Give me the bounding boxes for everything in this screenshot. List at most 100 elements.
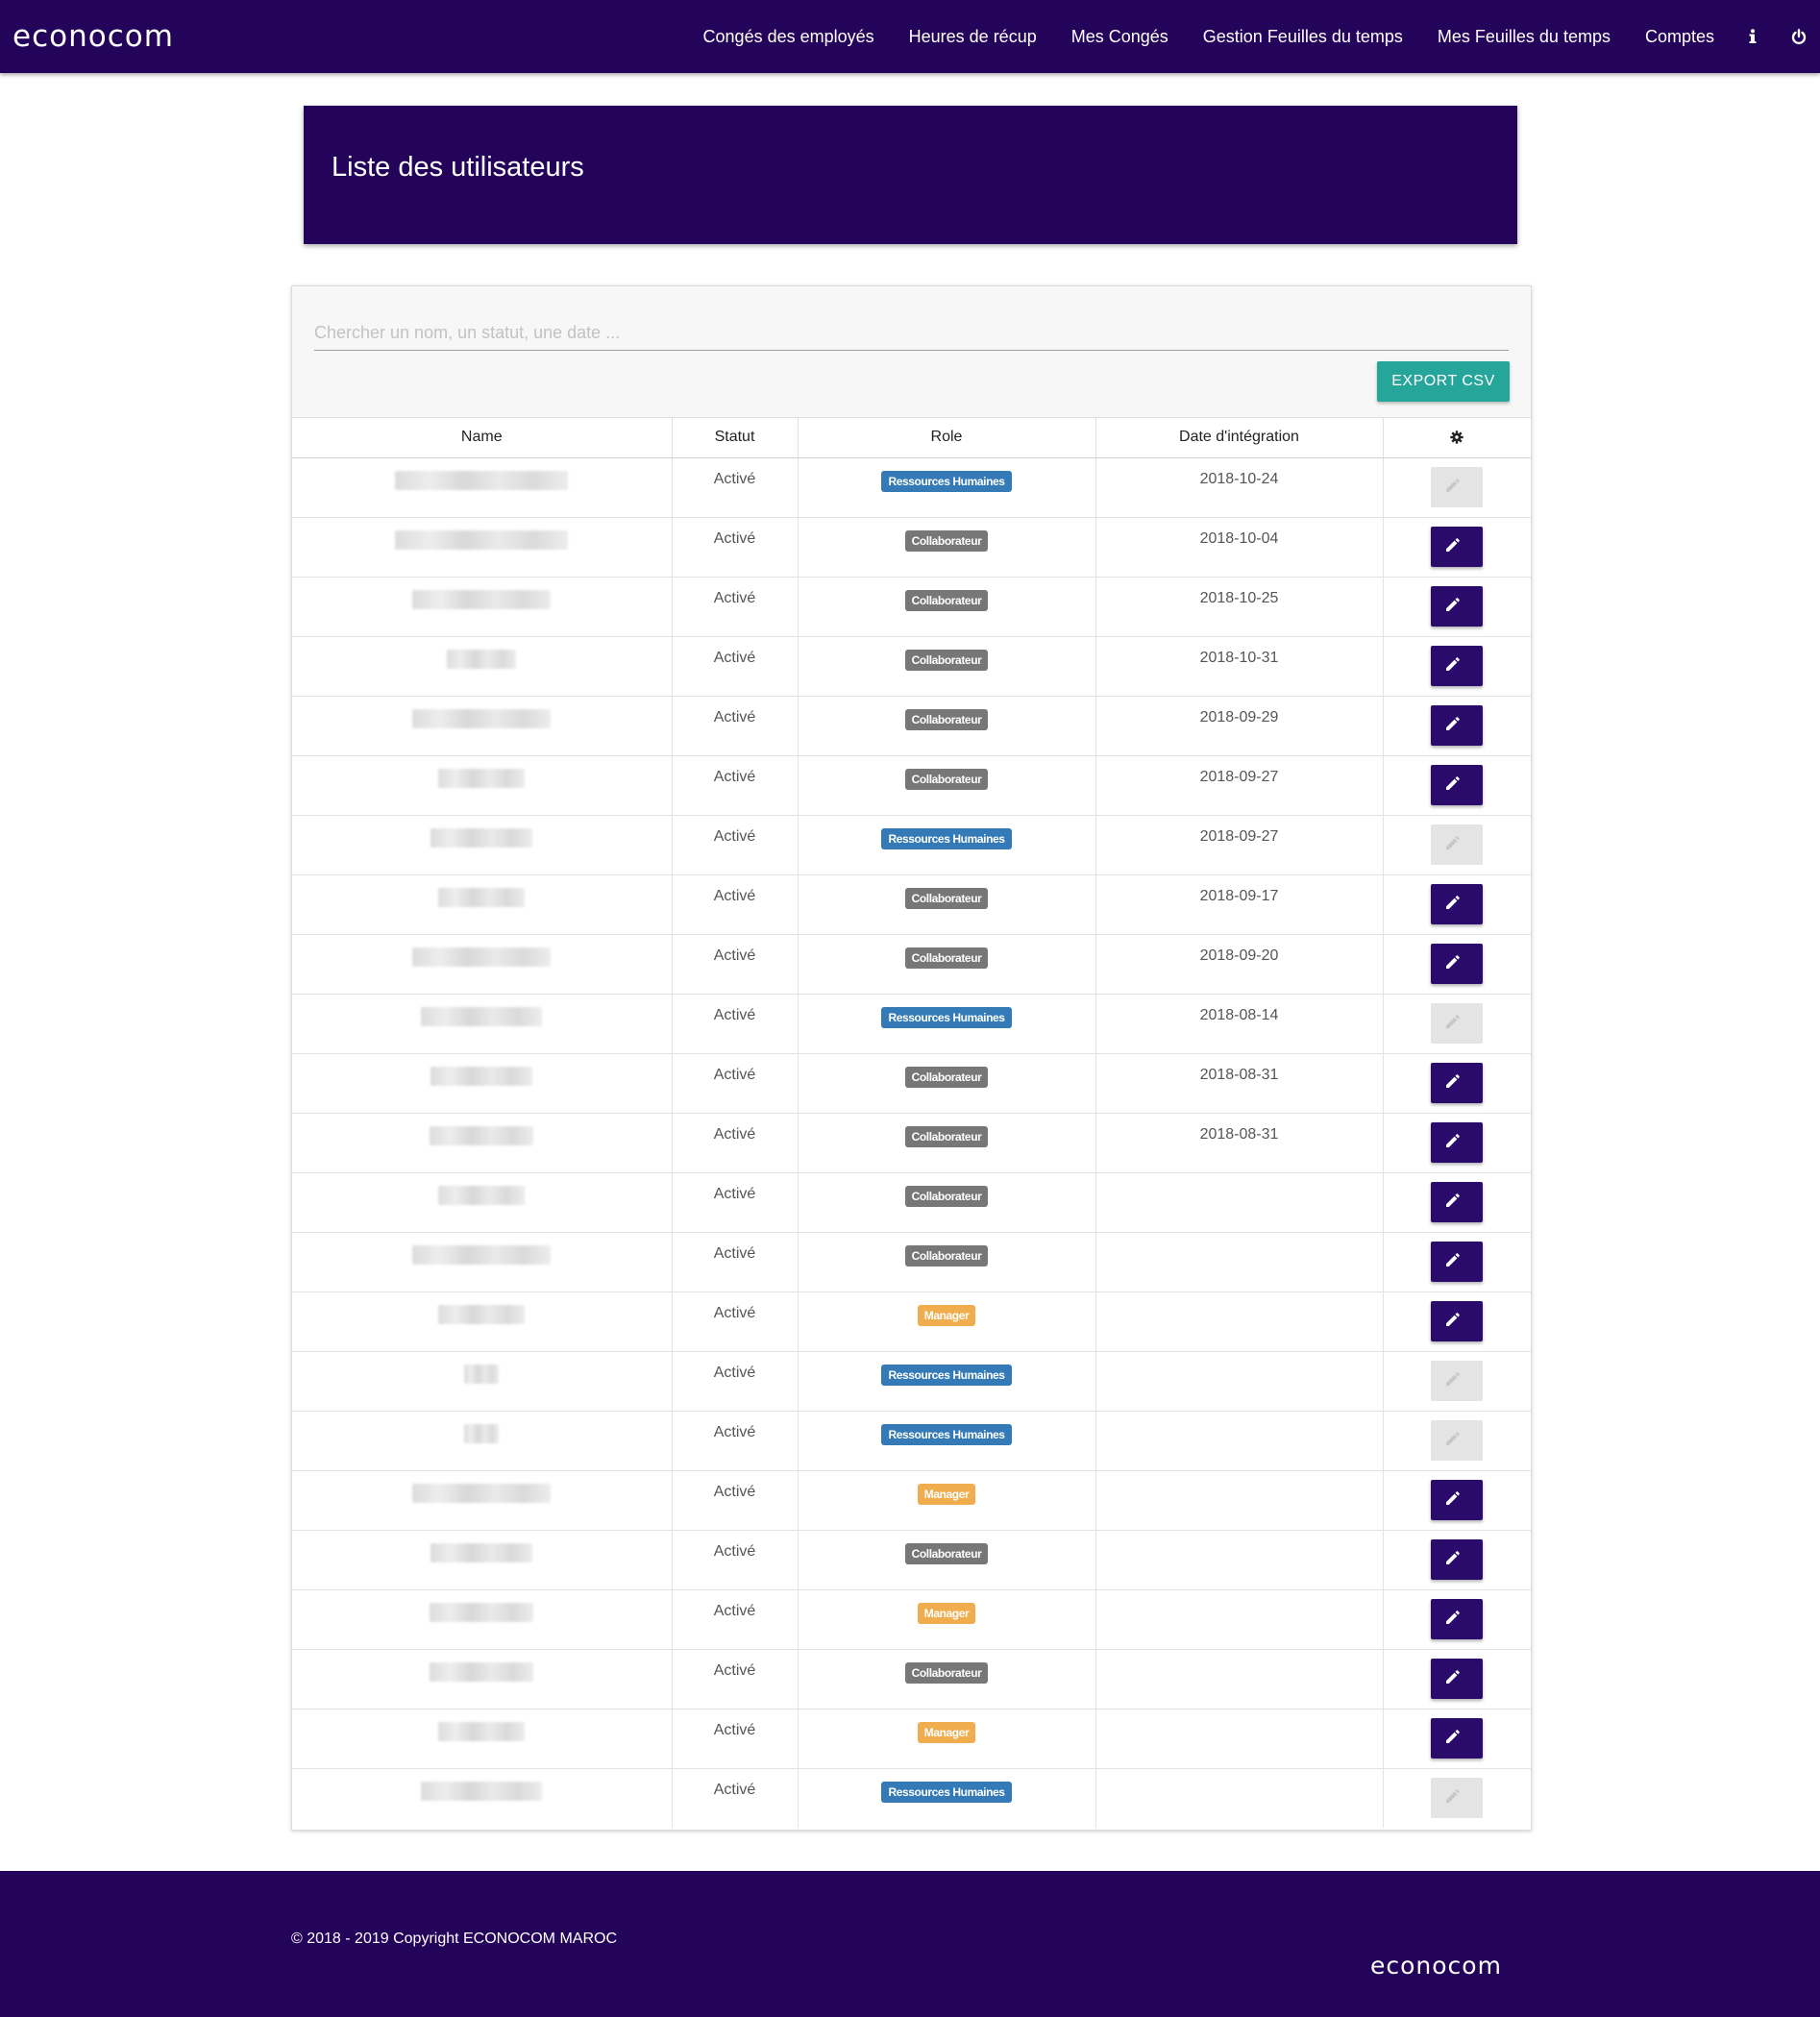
edit-user-button[interactable]: [1431, 527, 1484, 567]
edit-user-button[interactable]: [1431, 646, 1484, 686]
cell-role: Ressources Humaines: [798, 1351, 1096, 1412]
cell-name: [292, 1530, 673, 1590]
date-text: 2018-10-04: [1199, 530, 1279, 547]
edit-user-button[interactable]: [1431, 884, 1484, 924]
status-text: Activé: [713, 1603, 756, 1619]
cell-name: [292, 1232, 673, 1292]
date-text: 2018-10-24: [1199, 471, 1279, 487]
export-csv-button[interactable]: EXPORT CSV: [1377, 361, 1510, 402]
edit-user-button-disabled: [1431, 467, 1484, 507]
cell-actions: [1383, 1113, 1531, 1173]
edit-user-button-disabled: [1431, 1778, 1484, 1818]
redacted-name: [421, 1007, 543, 1026]
edit-user-button[interactable]: [1431, 1659, 1484, 1699]
edit-user-button[interactable]: [1431, 765, 1484, 805]
cell-role: Ressources Humaines: [798, 815, 1096, 875]
cell-statut: Activé: [672, 1411, 799, 1471]
cell-name: [292, 1351, 673, 1412]
cell-role: Collaborateur: [798, 1649, 1096, 1710]
cell-role: Collaborateur: [798, 577, 1096, 637]
edit-user-button[interactable]: [1431, 705, 1484, 746]
status-text: Activé: [713, 1067, 756, 1083]
power-icon[interactable]: [1791, 28, 1807, 45]
edit-user-button[interactable]: [1431, 1182, 1484, 1222]
date-text: 2018-10-31: [1199, 650, 1279, 666]
role-badge: Collaborateur: [904, 650, 989, 671]
status-text: Activé: [713, 530, 756, 547]
users-table-card: EXPORT CSV Name Statut Role Date d'intég…: [291, 285, 1532, 1831]
cell-name: [292, 1172, 673, 1233]
cell-date-integration: 2018-10-31: [1095, 636, 1384, 697]
cell-statut: Activé: [672, 517, 799, 578]
edit-user-button[interactable]: [1431, 1063, 1484, 1103]
nav-link-comptes[interactable]: Comptes: [1645, 27, 1714, 47]
cell-statut: Activé: [672, 1113, 799, 1173]
role-badge: Collaborateur: [904, 1186, 989, 1207]
brand-logo[interactable]: econocom: [12, 19, 174, 54]
nav-link-conges-employes[interactable]: Congés des employés: [703, 27, 874, 47]
edit-user-button[interactable]: [1431, 1122, 1484, 1163]
edit-user-button[interactable]: [1431, 944, 1484, 984]
cell-role: Collaborateur: [798, 517, 1096, 578]
cell-statut: Activé: [672, 1709, 799, 1769]
nav-link-gestion-feuilles-temps[interactable]: Gestion Feuilles du temps: [1203, 27, 1403, 47]
redacted-name: [412, 709, 552, 728]
redacted-name: [412, 590, 552, 609]
cell-name: [292, 1649, 673, 1710]
status-text: Activé: [713, 828, 756, 845]
cell-statut: Activé: [672, 457, 799, 518]
cell-actions: [1383, 874, 1531, 935]
page-header-card: Liste des utilisateurs: [304, 106, 1517, 244]
role-badge: Collaborateur: [904, 530, 989, 552]
edit-user-button[interactable]: [1431, 1480, 1484, 1520]
cell-role: Manager: [798, 1470, 1096, 1531]
date-text: [1096, 1531, 1383, 1543]
date-text: [1096, 1650, 1383, 1662]
cell-actions: [1383, 1589, 1531, 1650]
redacted-name: [430, 1126, 534, 1145]
edit-user-button[interactable]: [1431, 1539, 1484, 1580]
column-header-date-integration[interactable]: Date d'intégration: [1095, 417, 1384, 458]
table-row: Activé Manager: [292, 1470, 1531, 1531]
nav-link-mes-feuilles-temps[interactable]: Mes Feuilles du temps: [1438, 27, 1611, 47]
date-text: 2018-09-27: [1199, 769, 1279, 785]
role-badge: Ressources Humaines: [881, 1007, 1012, 1028]
redacted-name: [430, 1543, 533, 1562]
column-header-name[interactable]: Name: [292, 417, 673, 458]
table-row: Activé Manager: [292, 1291, 1531, 1352]
redacted-name: [395, 471, 569, 490]
cell-role: Collaborateur: [798, 636, 1096, 697]
redacted-name: [412, 1484, 552, 1503]
column-header-actions: [1383, 417, 1531, 458]
edit-user-button[interactable]: [1431, 1718, 1484, 1759]
role-badge: Manager: [917, 1722, 976, 1743]
info-icon[interactable]: [1749, 29, 1757, 44]
redacted-name: [412, 1245, 552, 1265]
cell-role: Ressources Humaines: [798, 1411, 1096, 1471]
gear-icon: [1450, 430, 1463, 444]
date-text: 2018-10-25: [1199, 590, 1279, 606]
role-badge: Manager: [917, 1484, 976, 1505]
edit-user-button-disabled: [1431, 824, 1484, 865]
cell-date-integration: [1095, 1351, 1384, 1412]
edit-user-button-disabled: [1431, 1361, 1484, 1401]
cell-date-integration: [1095, 1768, 1384, 1828]
column-header-statut[interactable]: Statut: [672, 417, 799, 458]
column-header-role[interactable]: Role: [798, 417, 1096, 458]
cell-statut: Activé: [672, 1172, 799, 1233]
cell-date-integration: 2018-09-29: [1095, 696, 1384, 756]
search-input[interactable]: [314, 315, 1509, 351]
edit-user-button[interactable]: [1431, 1301, 1484, 1341]
cell-name: [292, 874, 673, 935]
cell-date-integration: 2018-09-20: [1095, 934, 1384, 995]
edit-user-button[interactable]: [1431, 586, 1484, 627]
page-title: Liste des utilisateurs: [332, 152, 584, 183]
cell-actions: [1383, 577, 1531, 637]
edit-user-button[interactable]: [1431, 1599, 1484, 1639]
nav-link-heures-recup[interactable]: Heures de récup: [909, 27, 1037, 47]
cell-date-integration: 2018-08-31: [1095, 1053, 1384, 1114]
cell-statut: Activé: [672, 696, 799, 756]
nav-link-mes-conges[interactable]: Mes Congés: [1071, 27, 1168, 47]
edit-user-button[interactable]: [1431, 1242, 1484, 1282]
table-row: Activé Collaborateur: [292, 1172, 1531, 1233]
